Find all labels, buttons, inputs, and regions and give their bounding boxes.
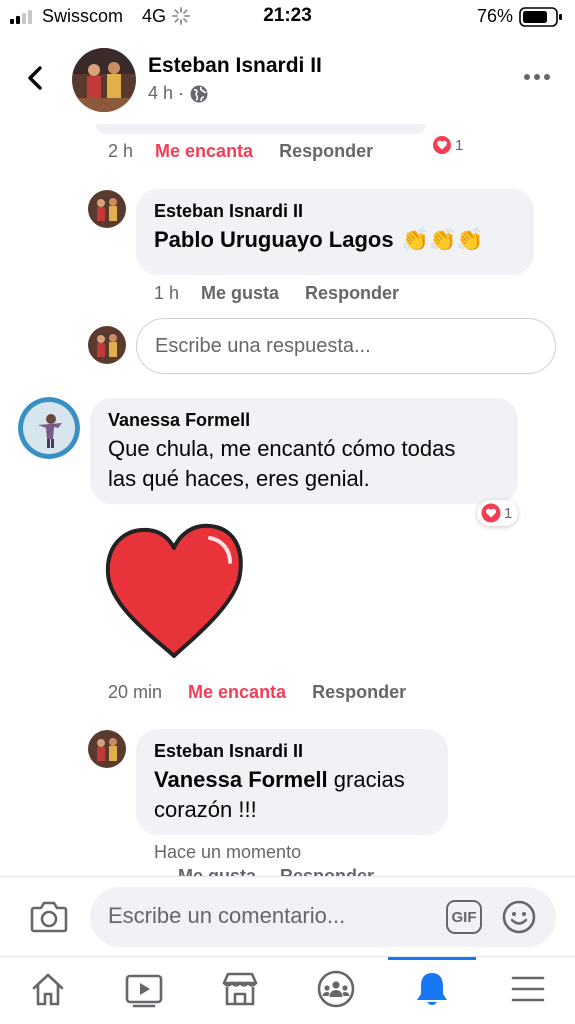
- notifications-icon: [417, 973, 447, 1005]
- gif-button[interactable]: GIF: [446, 900, 482, 934]
- current-user-avatar: [88, 326, 126, 364]
- camera-icon[interactable]: [30, 899, 68, 933]
- reply-author[interactable]: Esteban Isnardi II: [154, 201, 516, 222]
- tab-video[interactable]: [120, 967, 168, 1011]
- reaction-count: 1: [455, 136, 464, 154]
- comment-bubble: Vanessa Formell Que chula, me encantó có…: [90, 398, 518, 504]
- reply-bubble: Esteban Isnardi II Vanessa Formell graci…: [136, 729, 448, 835]
- previous-comment-bubble: [96, 124, 426, 134]
- globe-icon: [190, 85, 208, 102]
- love-reaction-button[interactable]: Me encanta: [188, 682, 286, 703]
- post-meta: 4 h ·: [148, 83, 209, 104]
- comment-input-placeholder: Escribe un comentario...: [108, 903, 346, 928]
- comment-text-line-2: las qué haces, eres genial.: [108, 466, 370, 491]
- comment-composer: Escribe un comentario... GIF: [0, 876, 575, 956]
- love-reaction-button[interactable]: Me encanta: [155, 141, 253, 162]
- reply-input[interactable]: Escribe una respuesta...: [136, 318, 556, 374]
- tab-home[interactable]: [24, 967, 72, 1011]
- reply-bubble: Esteban Isnardi II Pablo Uruguayo Lagos …: [136, 189, 534, 275]
- tab-marketplace[interactable]: [216, 967, 264, 1011]
- post-time: 4 h: [148, 83, 174, 103]
- love-reaction-icon: [431, 134, 453, 156]
- clap-emoji: 👏👏👏: [401, 227, 484, 252]
- reply-button[interactable]: Responder: [305, 283, 399, 304]
- reply-button[interactable]: Responder: [279, 141, 373, 162]
- tab-notifications[interactable]: [408, 967, 456, 1011]
- groups-icon: [317, 970, 355, 1008]
- reply-button[interactable]: Responder: [312, 682, 406, 703]
- marketplace-icon: [222, 972, 258, 1006]
- top-comment-actions: 2 h Me encanta Responder: [108, 141, 399, 162]
- comment-text-line-1: Que chula, me encantó cómo todas: [108, 436, 456, 461]
- reply-time: Hace un momento: [154, 842, 302, 862]
- comment-time: 20 min: [108, 682, 163, 702]
- reply-time: 1 h: [154, 283, 180, 303]
- like-button[interactable]: Me gusta: [201, 283, 279, 304]
- battery-percent: 76%: [476, 6, 513, 26]
- reply-text-rest: gracias: [327, 767, 405, 792]
- comment-actions: 20 min Me encanta Responder: [108, 682, 432, 703]
- commenter-avatar[interactable]: [18, 397, 80, 459]
- home-icon: [32, 973, 64, 1006]
- tab-menu[interactable]: [504, 967, 552, 1011]
- mention-link[interactable]: Pablo Uruguayo Lagos: [154, 225, 394, 255]
- reply-text: Pablo Uruguayo Lagos 👏👏👏: [154, 225, 516, 255]
- comment-time: 2 h: [108, 141, 134, 161]
- reply-text-line-2: corazón !!!: [154, 797, 257, 822]
- comment-input[interactable]: Escribe un comentario... GIF: [90, 887, 556, 947]
- reaction-count: 1: [504, 504, 513, 522]
- reply-author[interactable]: Esteban Isnardi II: [154, 741, 430, 762]
- back-arrow-icon[interactable]: [20, 60, 52, 96]
- reaction-summary[interactable]: 1: [477, 500, 519, 526]
- reply-text: Vanessa Formell gracias corazón !!!: [154, 765, 430, 825]
- active-tab-indicator: [388, 957, 476, 960]
- menu-icon: [511, 976, 545, 1002]
- comment-text: Que chula, me encantó cómo todas las qué…: [108, 434, 500, 494]
- emoji-icon[interactable]: [502, 900, 536, 934]
- reply-avatar[interactable]: [88, 730, 126, 768]
- reply-avatar[interactable]: [88, 190, 126, 228]
- author-avatar[interactable]: [72, 48, 136, 112]
- tab-groups[interactable]: [312, 967, 360, 1011]
- post-header: Esteban Isnardi II 4 h ·: [0, 34, 575, 126]
- status-bar: Swisscom 4G 21:23 76%: [0, 0, 575, 34]
- reply-input-placeholder: Escribe una respuesta...: [155, 334, 371, 357]
- love-reaction-icon: [481, 503, 501, 523]
- meta-separator: ·: [178, 83, 185, 103]
- battery-icon: [519, 7, 562, 27]
- bottom-tab-bar: [0, 956, 575, 1024]
- video-icon: [125, 974, 163, 1008]
- heart-sticker-icon: [105, 523, 243, 658]
- reply-actions: 1 h Me gusta Responder: [154, 283, 425, 304]
- comment-author[interactable]: Vanessa Formell: [108, 410, 500, 431]
- mention-link[interactable]: Vanessa Formell: [154, 767, 328, 792]
- reaction-summary[interactable]: 1: [428, 132, 469, 158]
- more-options-icon[interactable]: [523, 70, 551, 84]
- author-name[interactable]: Esteban Isnardi II: [148, 54, 322, 78]
